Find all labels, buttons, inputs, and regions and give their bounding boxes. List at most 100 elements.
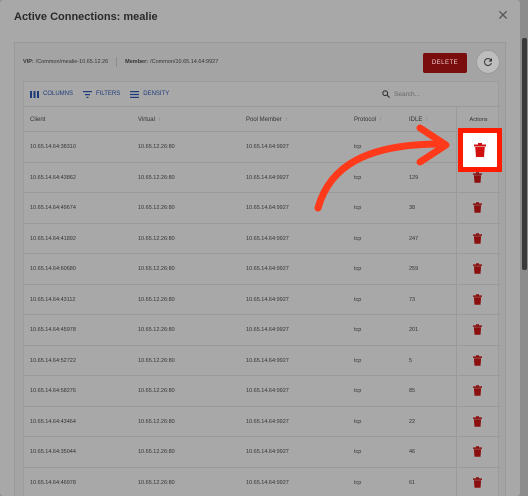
density-button[interactable]: DENSITY [130, 90, 170, 98]
cell-pool-member: 10.65.14.64:9927 [246, 327, 289, 333]
cell-pool-member: 10.65.14.64:9927 [246, 296, 289, 303]
cell-idle: 129 [409, 174, 419, 181]
table-row[interactable]: 10.65.14.64:49674 10.65.12.26:80 10.65.14.… [24, 193, 500, 224]
trash-icon[interactable] [473, 385, 482, 396]
cell-client: 10.65.14.64:43112 [30, 296, 76, 303]
trash-icon[interactable] [473, 202, 482, 213]
table-row[interactable]: 10.65.14.64:43112 10.65.12.26:80 10.65.14.… [24, 284, 500, 315]
table-row[interactable]: 10.65.14.64:43862 10.65.12.26:80 10.65.14.… [24, 162, 500, 193]
info-divider [116, 57, 118, 67]
cell-client: 10.65.14.64:58276 [30, 388, 76, 394]
grid-toolbar: COLUMNS FILTERS DENSITY Search... [24, 82, 498, 106]
refresh-icon [484, 58, 492, 66]
member-label: Member: [125, 59, 149, 65]
highlighted-delete-action[interactable] [458, 128, 502, 172]
search-field[interactable]: Search... [382, 87, 462, 101]
cell-protocol: tcp [354, 174, 362, 181]
cell-pool-member: 10.65.14.64:9927 [246, 449, 289, 455]
sort-arrow-icon: ↑ [425, 117, 429, 123]
filter-icon [83, 90, 93, 98]
trash-icon[interactable] [473, 232, 482, 244]
cell-client: 10.65.14.64:35044 [30, 449, 76, 455]
header-idle-label: IDLE [409, 117, 423, 123]
trash-icon[interactable] [473, 476, 482, 488]
cell-protocol: tcp [354, 144, 362, 150]
header-virtual-label: Virtual [138, 117, 155, 123]
trash-icon[interactable] [473, 171, 482, 183]
cell-pool-member: 10.65.14.64:9927 [246, 266, 289, 272]
cell-virtual: 10.65.12.26:80 [138, 479, 175, 486]
scrollbar[interactable] [522, 38, 527, 270]
vip-value: /Common/mealie-10.65.12.26 [35, 59, 109, 65]
cell-idle: 22 [409, 418, 416, 425]
sort-arrow-icon: ↑ [157, 117, 161, 123]
cell-protocol: tcp [354, 418, 362, 425]
cell-virtual: 10.65.12.26:80 [138, 449, 175, 455]
refresh-button[interactable] [476, 50, 500, 74]
cell-virtual: 10.65.12.26:80 [138, 235, 175, 242]
trash-icon[interactable] [473, 446, 482, 457]
table-row[interactable]: 10.65.14.64:46978 10.65.12.26:80 10.65.14.… [24, 467, 500, 496]
cell-pool-member: 10.65.14.64:9927 [246, 174, 289, 181]
search-icon [382, 90, 390, 98]
cell-protocol: tcp [354, 327, 362, 333]
cell-client: 10.65.14.64:49674 [30, 205, 76, 211]
cell-client: 10.65.14.64:60680 [30, 266, 76, 272]
sort-arrow-icon: ↑ [379, 117, 383, 123]
header-client[interactable]: Client [30, 117, 45, 123]
cell-pool-member: 10.65.14.64:9927 [246, 205, 289, 211]
header-pool-member[interactable]: Pool Member ↑ [246, 117, 288, 123]
trash-icon[interactable] [473, 293, 482, 305]
cell-virtual: 10.65.12.26:80 [138, 388, 175, 394]
cell-idle: 46 [409, 449, 416, 455]
column-headers: Client Virtual ↑ Pool Member ↑ Protocol ↑ I… [24, 106, 500, 132]
cell-pool-member: 10.65.14.64:9927 [246, 144, 289, 150]
trash-icon [474, 143, 486, 157]
columns-button[interactable]: COLUMNS [30, 90, 74, 98]
table-row[interactable]: 10.65.14.64:60680 10.65.12.26:80 10.65.14.… [24, 254, 500, 285]
close-icon[interactable]: ✕ [494, 6, 512, 24]
cell-virtual: 10.65.12.26:80 [138, 418, 175, 425]
trash-icon[interactable] [473, 324, 482, 335]
density-icon [130, 90, 140, 98]
cell-virtual: 10.65.12.26:80 [138, 144, 175, 150]
table-row[interactable]: 10.65.14.64:58276 10.65.12.26:80 10.65.14.… [24, 376, 500, 407]
table-row[interactable]: 10.65.14.64:52722 10.65.12.26:80 10.65.14.… [24, 345, 500, 376]
dialog-title: Active Connections: mealie [14, 11, 158, 23]
cell-idle: 247 [409, 235, 419, 242]
delete-button[interactable]: DELETE [423, 53, 467, 73]
connection-rows: 10.65.14.64:38310 10.65.12.26:80 10.65.14.… [24, 132, 500, 496]
header-idle[interactable]: IDLE ↑ [409, 117, 428, 123]
cell-protocol: tcp [354, 479, 362, 486]
cell-virtual: 10.65.12.26:80 [138, 296, 175, 303]
table-row[interactable]: 10.65.14.64:35044 10.65.12.26:80 10.65.14.… [24, 437, 500, 468]
cell-virtual: 10.65.12.26:80 [138, 327, 175, 333]
cell-virtual: 10.65.12.26:80 [138, 174, 175, 181]
trash-icon[interactable] [473, 263, 482, 274]
cell-virtual: 10.65.12.26:80 [138, 266, 175, 272]
density-label: DENSITY [143, 91, 170, 97]
table-row[interactable]: 10.65.14.64:41892 10.65.12.26:80 10.65.14.… [24, 223, 500, 254]
cell-pool-member: 10.65.14.64:9927 [246, 357, 289, 364]
cell-virtual: 10.65.12.26:80 [138, 357, 175, 364]
dialog-header: Active Connections: mealie [0, 0, 520, 34]
trash-icon[interactable] [473, 354, 482, 366]
table-row[interactable]: 10.65.14.64:38310 10.65.12.26:80 10.65.14.… [24, 132, 500, 163]
columns-icon [30, 90, 39, 98]
active-connections-dialog: Active Connections: mealie ✕ VIP: /Commo… [0, 0, 520, 496]
cell-protocol: tcp [354, 357, 362, 364]
trash-icon[interactable] [473, 415, 482, 427]
cell-protocol: tcp [354, 449, 362, 455]
filters-label: FILTERS [96, 91, 121, 97]
header-virtual[interactable]: Virtual ↑ [138, 117, 161, 123]
table-row[interactable]: 10.65.14.64:43464 10.65.12.26:80 10.65.14.… [24, 406, 500, 437]
columns-label: COLUMNS [43, 91, 74, 97]
cell-protocol: tcp [354, 296, 362, 303]
filters-button[interactable]: FILTERS [83, 90, 121, 98]
cell-protocol: tcp [354, 235, 362, 242]
cell-pool-member: 10.65.14.64:9927 [246, 235, 289, 242]
table-row[interactable]: 10.65.14.64:45978 10.65.12.26:80 10.65.14.… [24, 315, 500, 346]
vip-label: VIP: [23, 59, 34, 65]
header-protocol[interactable]: Protocol ↑ [354, 117, 382, 123]
cell-pool-member: 10.65.14.64:9927 [246, 388, 289, 394]
